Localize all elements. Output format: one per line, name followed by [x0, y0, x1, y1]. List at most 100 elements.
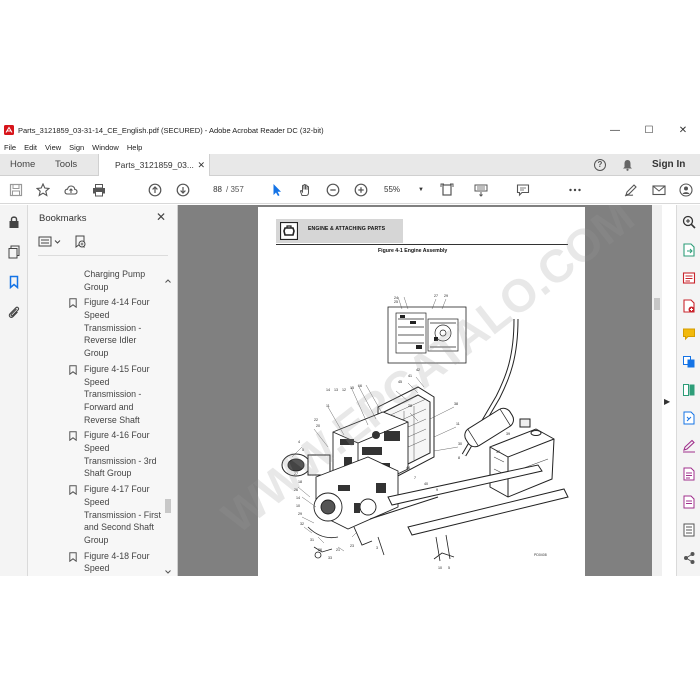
bookmark-item-label: Figure 4-14 Four [84, 297, 150, 308]
close-window-button[interactable]: ✕ [666, 125, 700, 136]
print-icon[interactable] [92, 183, 106, 197]
user-icon[interactable] [679, 183, 693, 197]
menu-edit[interactable]: Edit [24, 143, 37, 152]
bookmark-item-label: Reverse Idler [84, 335, 137, 346]
svg-text:32: 32 [300, 522, 304, 526]
left-navigation-rail [0, 205, 28, 576]
more-tools-icon[interactable] [568, 183, 582, 197]
bookmark-options-icon[interactable] [38, 235, 68, 249]
tab-document[interactable]: Parts_3121859_03... ✕ [98, 154, 210, 177]
menu-file[interactable]: File [4, 143, 16, 152]
combine-files-icon[interactable] [682, 355, 696, 369]
bookmark-item-icon [69, 298, 77, 309]
bookmark-item-label: Figure 4-16 Four [84, 430, 150, 441]
share-icon[interactable] [682, 551, 696, 565]
document-scrollbar[interactable] [652, 205, 662, 576]
export-pdf-icon[interactable] [682, 243, 696, 257]
svg-text:25: 25 [394, 300, 398, 304]
compress-pdf-icon[interactable] [682, 411, 696, 425]
create-pdf-icon[interactable] [682, 299, 696, 313]
window-title: Parts_3121859_03-31-14_CE_English.pdf (S… [18, 125, 324, 135]
zoom-in-icon[interactable] [354, 183, 368, 197]
page-up-icon[interactable] [148, 183, 162, 197]
more-tools-rail-icon[interactable] [682, 523, 696, 537]
svg-text:5: 5 [302, 448, 304, 452]
sign-in-button[interactable]: Sign In [652, 154, 685, 176]
page-fit-icon[interactable] [440, 183, 454, 197]
zoom-out-icon[interactable] [326, 183, 340, 197]
select-cursor-icon[interactable] [270, 183, 284, 197]
bookmark-item-label: Transmission - [84, 389, 142, 400]
close-panel-icon[interactable]: ✕ [156, 210, 166, 224]
new-bookmark-icon[interactable] [74, 235, 86, 248]
svg-text:23: 23 [350, 544, 354, 548]
send-review-icon[interactable] [682, 495, 696, 509]
organize-pages-icon[interactable] [682, 383, 696, 397]
comment-tool-icon[interactable] [682, 327, 696, 341]
zoom-select[interactable]: 55% ▼ [384, 183, 424, 197]
bookmark-item-label: and Second Shaft [84, 522, 154, 533]
bookmark-icon[interactable] [7, 275, 21, 289]
bookmark-item-label: Transmission - First [84, 509, 161, 520]
close-tab-icon[interactable]: ✕ [197, 154, 205, 176]
svg-text:5: 5 [448, 566, 450, 570]
page-down-icon[interactable] [176, 183, 190, 197]
bookmarks-scrollbar[interactable] [164, 279, 172, 576]
hand-tool-icon[interactable] [298, 183, 312, 197]
bookmark-item-label: Group [84, 534, 109, 545]
star-icon[interactable] [36, 183, 50, 197]
bookmark-item-label: Speed [84, 563, 110, 574]
bookmarks-panel: Bookmarks ✕ Charging Pump Group Figure 4-1… [28, 205, 178, 576]
maximize-button[interactable]: ☐ [632, 125, 666, 136]
comment-icon[interactable] [516, 183, 530, 197]
sign-pen-icon[interactable] [624, 183, 638, 197]
lock-icon[interactable] [7, 215, 21, 229]
svg-text:18: 18 [298, 480, 302, 484]
svg-text:41: 41 [408, 374, 412, 378]
svg-text:12: 12 [342, 388, 346, 392]
menu-help[interactable]: Help [127, 143, 142, 152]
bell-icon[interactable] [622, 159, 633, 171]
menu-sign[interactable]: Sign [69, 143, 84, 152]
acrobat-logo-icon [4, 125, 14, 135]
svg-text:22: 22 [314, 418, 318, 422]
menu-view[interactable]: View [45, 143, 61, 152]
keyboard-scroll-icon[interactable] [474, 183, 488, 197]
svg-text:44: 44 [406, 466, 410, 470]
fill-sign-icon[interactable] [682, 439, 696, 453]
pages-icon[interactable] [7, 245, 21, 259]
tab-home[interactable]: Home [10, 154, 35, 176]
current-page-input[interactable]: 88 [200, 183, 222, 197]
attachment-icon[interactable] [7, 305, 21, 319]
svg-text:45: 45 [398, 380, 402, 384]
svg-text:27: 27 [294, 472, 298, 476]
bookmark-item-label: Transmission - 3rd [84, 455, 157, 466]
protect-pdf-icon[interactable] [682, 467, 696, 481]
document-scroll-thumb[interactable] [654, 298, 660, 310]
svg-text:26: 26 [294, 488, 298, 492]
scroll-down-icon[interactable] [164, 568, 172, 576]
bookmark-item-label: Shaft Group [84, 468, 132, 479]
svg-text:15: 15 [350, 386, 354, 390]
tab-tools[interactable]: Tools [55, 154, 77, 176]
svg-text:37: 37 [496, 450, 500, 454]
search-zoom-icon[interactable] [682, 215, 696, 229]
svg-text:29: 29 [444, 294, 448, 298]
collapse-tools-pane-icon[interactable]: ▶ [664, 397, 670, 406]
email-icon[interactable] [652, 183, 666, 197]
bookmark-item-label: Speed [84, 310, 110, 321]
chevron-down-icon: ▼ [418, 187, 424, 193]
bookmarks-scroll-thumb[interactable] [165, 499, 171, 513]
minimize-button[interactable]: — [598, 125, 632, 136]
engine-assembly-drawing: 2425 27 29 14 13 12 15 16 112220 4527 182614 … [281, 294, 569, 570]
bookmark-item-icon [69, 485, 77, 496]
pdf-page: ENGINE & ATTACHING PARTS Figure 4-1 Engi… [258, 207, 585, 576]
document-view[interactable]: ENGINE & ATTACHING PARTS Figure 4-1 Engi… [178, 205, 652, 576]
cloud-upload-icon[interactable] [64, 183, 78, 197]
edit-pdf-icon[interactable] [682, 271, 696, 285]
menu-window[interactable]: Window [92, 143, 119, 152]
scroll-up-icon[interactable] [164, 277, 172, 285]
help-icon[interactable]: ? [594, 159, 606, 171]
save-icon[interactable] [9, 183, 23, 197]
bookmark-item-icon [69, 365, 77, 375]
